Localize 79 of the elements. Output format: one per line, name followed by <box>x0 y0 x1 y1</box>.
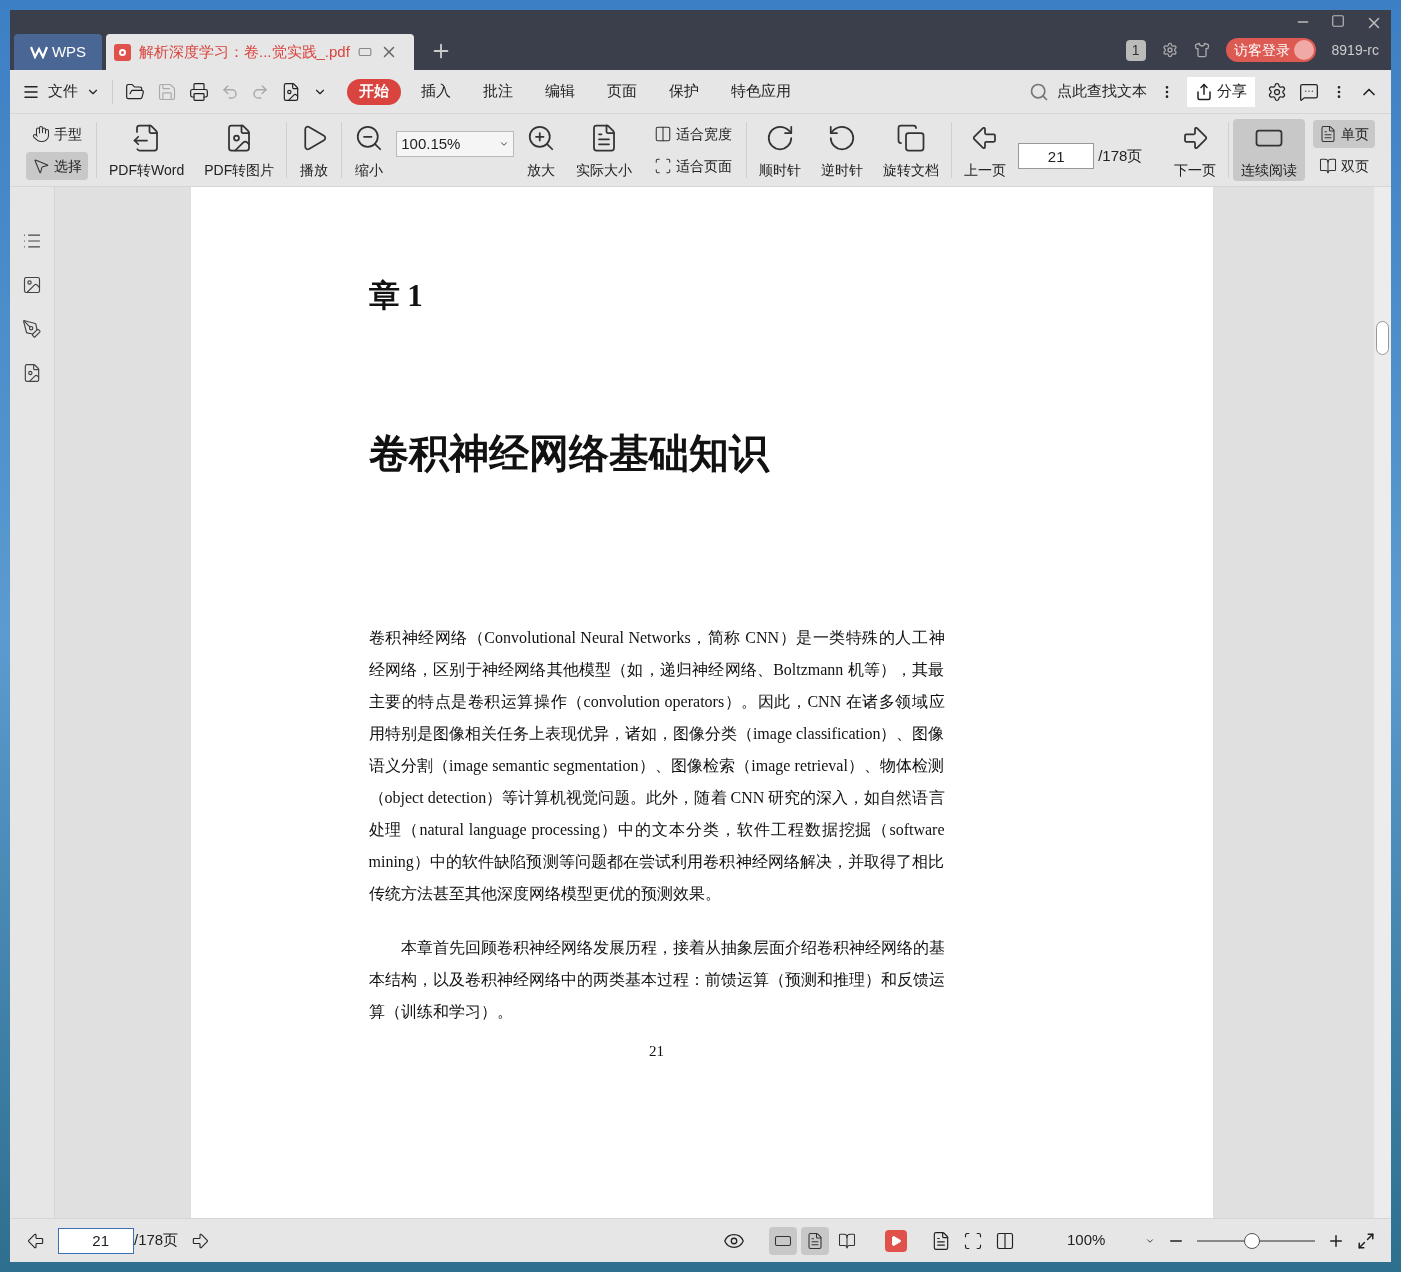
login-button[interactable]: 访客登录 <box>1225 38 1316 62</box>
hand-icon <box>32 125 50 143</box>
pdf-icon <box>114 43 131 61</box>
view-mode-button[interactable] <box>801 1226 829 1255</box>
file-menu[interactable]: 文件 <box>22 80 100 103</box>
toolbar-button[interactable]: 上一页 <box>956 119 1015 181</box>
document-tab[interactable]: 解析深度学习：卷...觉实践_.pdf <box>106 34 414 70</box>
slider-thumb[interactable] <box>1244 1232 1261 1249</box>
toolbar-button[interactable]: 放大 <box>518 119 565 181</box>
toolbar-button[interactable]: 逆时针 <box>813 119 872 181</box>
toolbar-button[interactable]: 缩小 <box>346 119 393 181</box>
page-number: 21 <box>648 1041 665 1061</box>
menu-tab[interactable]: 页面 <box>595 78 649 105</box>
single-page-icon <box>806 1231 824 1250</box>
zoom-slider[interactable] <box>1197 1232 1315 1249</box>
export-icon[interactable] <box>22 363 42 383</box>
menu-tab[interactable]: 插入 <box>409 78 463 105</box>
double-page-icon <box>838 1231 856 1250</box>
zoom-value[interactable]: 100% <box>1067 1229 1133 1252</box>
home-tab[interactable]: WPS <box>14 34 102 70</box>
share-icon <box>1195 82 1213 101</box>
play-button[interactable] <box>885 1229 907 1252</box>
toolbar-button[interactable]: 单页 <box>1313 120 1375 148</box>
menu-tab[interactable]: 编辑 <box>533 78 587 105</box>
user-name: 8919-rc <box>1331 40 1379 60</box>
toolbar-button[interactable]: 顺时针 <box>751 119 810 181</box>
printer-icon[interactable] <box>189 81 209 102</box>
menu-tab[interactable]: 批注 <box>471 78 525 105</box>
thumbnail-icon[interactable] <box>22 275 42 295</box>
toolbar-button[interactable]: 下一页 <box>1166 119 1224 181</box>
toolbar-button[interactable]: 适合页面 <box>648 152 739 180</box>
fit-page-icon <box>654 157 673 175</box>
caret-icon <box>499 139 510 149</box>
toolbar-button[interactable]: 选择 <box>26 152 88 180</box>
chapter-number: 章 1 <box>368 277 424 315</box>
window-count-badge[interactable]: 1 <box>1125 39 1146 61</box>
single-page-icon <box>1319 125 1337 143</box>
folder-icon[interactable] <box>125 81 145 102</box>
fit-width-icon[interactable] <box>995 1230 1015 1251</box>
settings-icon[interactable] <box>1267 81 1287 102</box>
toolbar-button[interactable]: PDF转图片 <box>196 119 283 181</box>
page-total: /178页 <box>134 1230 179 1251</box>
toolbar-button[interactable]: 旋转文档 <box>875 119 948 181</box>
comment-icon[interactable] <box>1299 81 1319 102</box>
chapter-title: 卷积神经网络基础知识 <box>368 429 771 478</box>
menu-tab[interactable]: 特色应用 <box>719 78 803 105</box>
avatar-icon <box>1293 40 1314 60</box>
pen-icon[interactable] <box>22 319 42 339</box>
fullscreen-icon[interactable] <box>1357 1231 1375 1250</box>
gear-icon[interactable] <box>1161 42 1178 58</box>
view-mode-button[interactable] <box>769 1226 797 1255</box>
logo-icon <box>29 45 48 59</box>
toolbar-button[interactable]: 播放 <box>291 119 338 181</box>
toolbar-button[interactable]: 连续阅读 <box>1233 119 1305 181</box>
export-icon[interactable] <box>281 81 301 102</box>
page-input[interactable]: 21 <box>1018 143 1095 169</box>
search-icon <box>1029 81 1049 102</box>
fit-page-icon[interactable] <box>963 1230 983 1251</box>
toolbar-button[interactable]: 适合宽度 <box>648 120 739 148</box>
toolbar-button[interactable]: PDF转Word <box>101 119 193 181</box>
toolbar-button[interactable]: 手型 <box>26 120 88 148</box>
play-icon <box>890 1234 902 1247</box>
share-button[interactable]: 分享 <box>1187 76 1255 107</box>
shirt-icon[interactable] <box>1193 42 1210 58</box>
toolbar-button[interactable]: 双页 <box>1313 152 1375 180</box>
toolbar-button[interactable]: 实际大小 <box>568 119 641 181</box>
maximize-icon[interactable] <box>1331 14 1345 28</box>
menu-tab[interactable]: 保护 <box>657 78 711 105</box>
page-input[interactable]: 21 <box>58 1227 134 1254</box>
scrollbar[interactable] <box>1374 187 1391 1218</box>
body-paragraph: 本章首先回顾卷积神经网络发展历程，接着从抽象层面介绍卷积神经网络的基本结构，以及卷积神经网络中的两类基本过程：前馈运算（预测和推理）和反馈运算（训练和学习）。 <box>368 937 945 1022</box>
fit-width-icon <box>654 125 673 143</box>
page-total: /178页 <box>1098 145 1143 166</box>
search-field[interactable]: 点此查找文本 <box>1029 80 1147 103</box>
pointer-icon <box>32 157 50 175</box>
body-paragraph: 卷积神经网络（Convolutional Neural Networks，简称 CNN）是一类特殊的人工神经网络，区别于神经网络其他模型（如，递归神经网络、Boltzmann 机等），其最主要的特点是卷积运算操作（convolution operators）。因此，CNN 在诸多领域应用特别是图像相关任务上表现优异，诸如，图像分类（image classification）、图像语义分割（image semantic segmentation）、图像检索（image retrieval）、物体检测（object detection）等计算机视觉问题。此外，随着 CNN 研究的深入，如自然语言处理（natural language processing）中的文本分类，软件工程数据挖掘（software mining）中的软件缺陷预测等问题都在尝试利用卷积神经网络解决，并取得了相比传统方法甚至其他深度网络模型更优的预测效果。 <box>368 627 945 904</box>
menu-tab[interactable]: 开始 <box>347 78 401 105</box>
double-page-icon <box>1319 157 1337 175</box>
zoom-dropdown[interactable]: 100.15% <box>396 131 515 157</box>
